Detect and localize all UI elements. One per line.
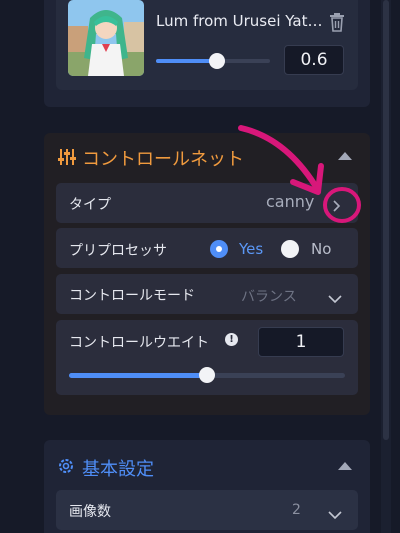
sliders-icon (57, 147, 77, 167)
lora-weight-input[interactable]: 0.6 (284, 45, 344, 75)
control-mode-value: バランス (241, 289, 297, 305)
gear-icon (57, 457, 75, 475)
control-mode-label: コントロールモード (69, 288, 195, 304)
control-weight-slider-knob[interactable] (199, 367, 215, 383)
basic-settings-title: 基本設定 (82, 459, 154, 480)
info-icon[interactable]: ! (225, 333, 238, 346)
lora-weight-slider-fill (156, 59, 217, 63)
preprocessor-yes-radio[interactable] (210, 240, 228, 258)
type-label: タイプ (69, 197, 111, 213)
control-weight-slider-fill (69, 373, 207, 378)
preprocessor-no-label[interactable]: No (311, 240, 331, 258)
preprocessor-label: プリプロセッサ (69, 243, 167, 259)
image-count-label: 画像数 (69, 504, 111, 520)
lora-weight-slider-knob[interactable] (209, 53, 225, 69)
controlnet-title: コントロールネット (82, 149, 244, 170)
preprocessor-yes-label[interactable]: Yes (239, 240, 263, 258)
scrollbar-thumb[interactable] (383, 0, 389, 440)
trash-icon[interactable] (328, 12, 346, 32)
preprocessor-no-radio[interactable] (281, 240, 299, 258)
chevron-down-icon[interactable] (328, 289, 342, 304)
chevron-up-icon[interactable] (338, 152, 352, 160)
chevron-down-icon[interactable] (328, 505, 342, 520)
lora-name: Lum from Urusei Yatsura (156, 12, 324, 30)
control-weight-input[interactable]: 1 (258, 327, 344, 357)
lora-thumbnail (68, 0, 144, 76)
chevron-right-icon[interactable] (330, 197, 342, 212)
chevron-up-icon[interactable] (338, 462, 352, 470)
control-weight-label: コントロールウエイト (69, 335, 209, 351)
image-count-value: 2 (292, 502, 301, 518)
type-value: canny (266, 192, 315, 211)
